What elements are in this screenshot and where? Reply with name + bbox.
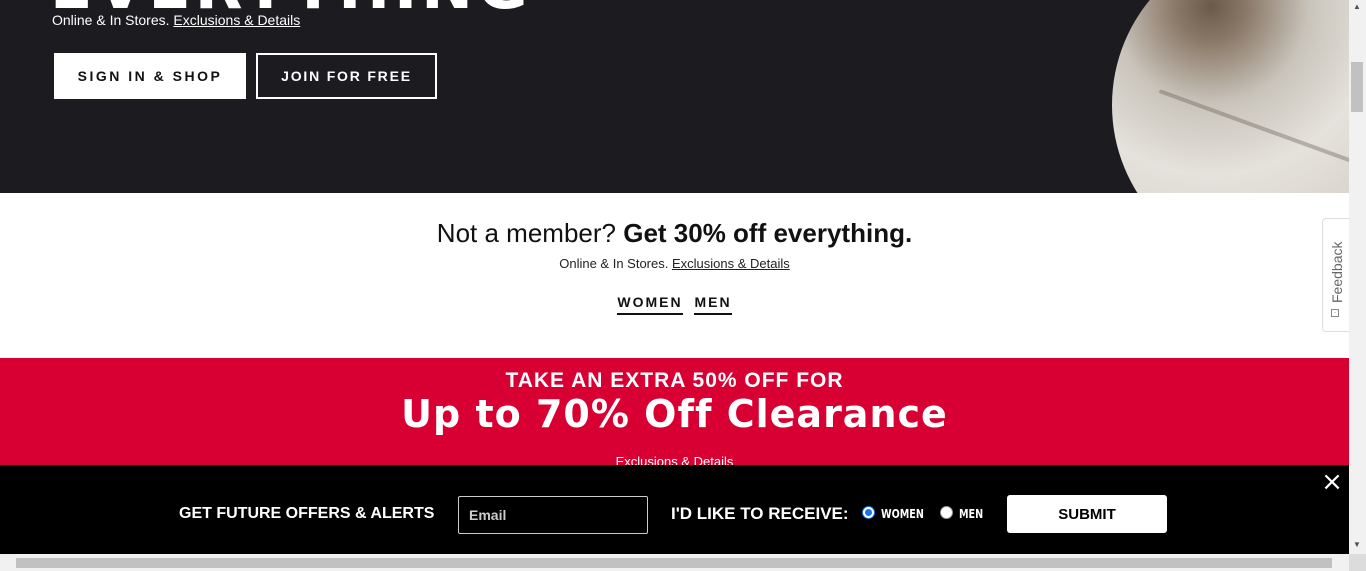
member-exclusions-link[interactable]: Exclusions & Details: [672, 256, 790, 271]
member-title-plain: Not a member?: [436, 218, 616, 248]
hero-product-image: [1112, 0, 1349, 193]
scroll-down-icon[interactable]: ▼: [1353, 540, 1361, 549]
member-promo: Not a member? Get 30% off everything. On…: [0, 193, 1349, 358]
scroll-up-icon[interactable]: ▲: [1353, 2, 1361, 11]
receive-label: I'D LIKE TO RECEIVE:: [671, 504, 849, 523]
shop-gender-links: WOMEN MEN: [0, 294, 1349, 315]
member-subtext: Online & In Stores. Exclusions & Details: [0, 256, 1349, 271]
member-title-bold: Get 30% off everything.: [623, 218, 913, 248]
radio-women-dot[interactable]: [862, 505, 875, 519]
vertical-scrollbar[interactable]: ▲ ▼: [1349, 0, 1366, 554]
shop-women-link[interactable]: WOMEN: [617, 294, 683, 315]
email-field[interactable]: [458, 496, 648, 534]
vertical-scroll-thumb[interactable]: [1351, 62, 1363, 112]
radio-men[interactable]: MEN: [940, 503, 989, 521]
scrollbar-corner: [1349, 554, 1366, 571]
feedback-tab[interactable]: Feedback -: [1322, 218, 1350, 332]
radio-men-dot[interactable]: [940, 505, 953, 519]
hero-subtext: Online & In Stores. Exclusions & Details: [52, 12, 300, 28]
clearance-banner[interactable]: TAKE AN EXTRA 50% OFF FOR Up to 70% Off …: [0, 358, 1349, 469]
clearance-eyebrow: TAKE AN EXTRA 50% OFF FOR: [505, 369, 844, 392]
horizontal-scrollbar[interactable]: [0, 554, 1366, 571]
hero-banner: EVERYTHING Online & In Stores. Exclusion…: [0, 0, 1349, 193]
radio-women[interactable]: WOMEN: [862, 503, 935, 521]
offers-signup-bar: GET FUTURE OFFERS & ALERTS I'D LIKE TO R…: [0, 465, 1349, 554]
member-title: Not a member? Get 30% off everything.: [0, 218, 1349, 249]
clearance-title: Up to 70% Off Clearance: [401, 392, 948, 436]
join-for-free-button[interactable]: JOIN FOR FREE: [256, 53, 437, 99]
sign-in-shop-button[interactable]: SIGN IN & SHOP: [54, 53, 246, 99]
feedback-label: Feedback: [1329, 241, 1345, 303]
shop-men-link[interactable]: MEN: [694, 294, 732, 315]
hero-exclusions-link[interactable]: Exclusions & Details: [173, 12, 300, 28]
close-icon[interactable]: ×: [1320, 469, 1344, 495]
radio-men-label: MEN: [959, 507, 984, 521]
radio-women-label: WOMEN: [881, 507, 924, 521]
submit-button[interactable]: SUBMIT: [1007, 495, 1167, 533]
feedback-icon: -: [1331, 309, 1339, 317]
signup-label: GET FUTURE OFFERS & ALERTS: [179, 505, 435, 522]
horizontal-scroll-thumb[interactable]: [16, 558, 1332, 568]
hero-subtext-label: Online & In Stores.: [52, 12, 170, 28]
member-subtext-label: Online & In Stores.: [559, 256, 669, 271]
